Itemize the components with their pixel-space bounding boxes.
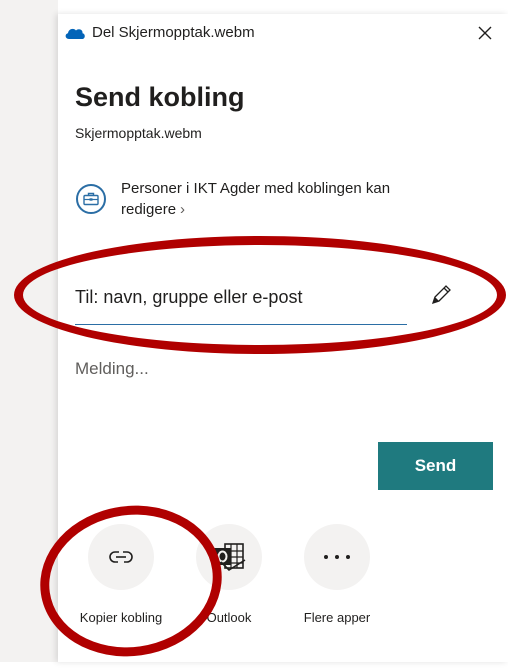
chevron-right-icon: › (180, 201, 186, 218)
link-icon (109, 551, 133, 563)
copy-link-circle (88, 524, 154, 590)
onedrive-cloud-icon (65, 28, 85, 39)
file-name: Skjermopptak.webm (75, 125, 202, 141)
dialog-header: Del Skjermopptak.webm (58, 14, 508, 54)
dialog-title: Del Skjermopptak.webm (92, 24, 255, 41)
outlook-circle (196, 524, 262, 590)
close-icon (478, 26, 492, 40)
permission-text: Personer i IKT Agder med koblingen kan r… (121, 178, 451, 220)
more-apps-button[interactable]: Flere apper (284, 524, 394, 634)
share-dialog: Del Skjermopptak.webm Send kobling Skjer… (58, 14, 508, 662)
more-icon (324, 555, 350, 559)
copy-link-label: Kopier kobling (79, 610, 163, 625)
permission-label: Personer i IKT Agder med koblingen kan r… (121, 180, 391, 218)
outlook-button[interactable]: Outlook (176, 524, 286, 634)
permission-link[interactable]: Personer i IKT Agder med koblingen kan r… (76, 178, 496, 238)
more-apps-circle (304, 524, 370, 590)
briefcase-icon (76, 184, 106, 214)
outlook-icon (214, 543, 246, 572)
more-apps-label: Flere apper (303, 610, 371, 625)
outlook-label: Outlook (206, 610, 252, 625)
close-button[interactable] (472, 20, 498, 46)
recipient-input[interactable] (75, 287, 395, 308)
pencil-icon[interactable] (428, 282, 454, 308)
background-window (0, 0, 58, 662)
recipient-field-container (75, 284, 407, 325)
page-title: Send kobling (75, 82, 245, 112)
background-strip (58, 0, 508, 15)
copy-link-button[interactable]: Kopier kobling (68, 524, 178, 634)
send-button[interactable]: Send (378, 442, 493, 490)
message-input[interactable] (75, 354, 405, 384)
